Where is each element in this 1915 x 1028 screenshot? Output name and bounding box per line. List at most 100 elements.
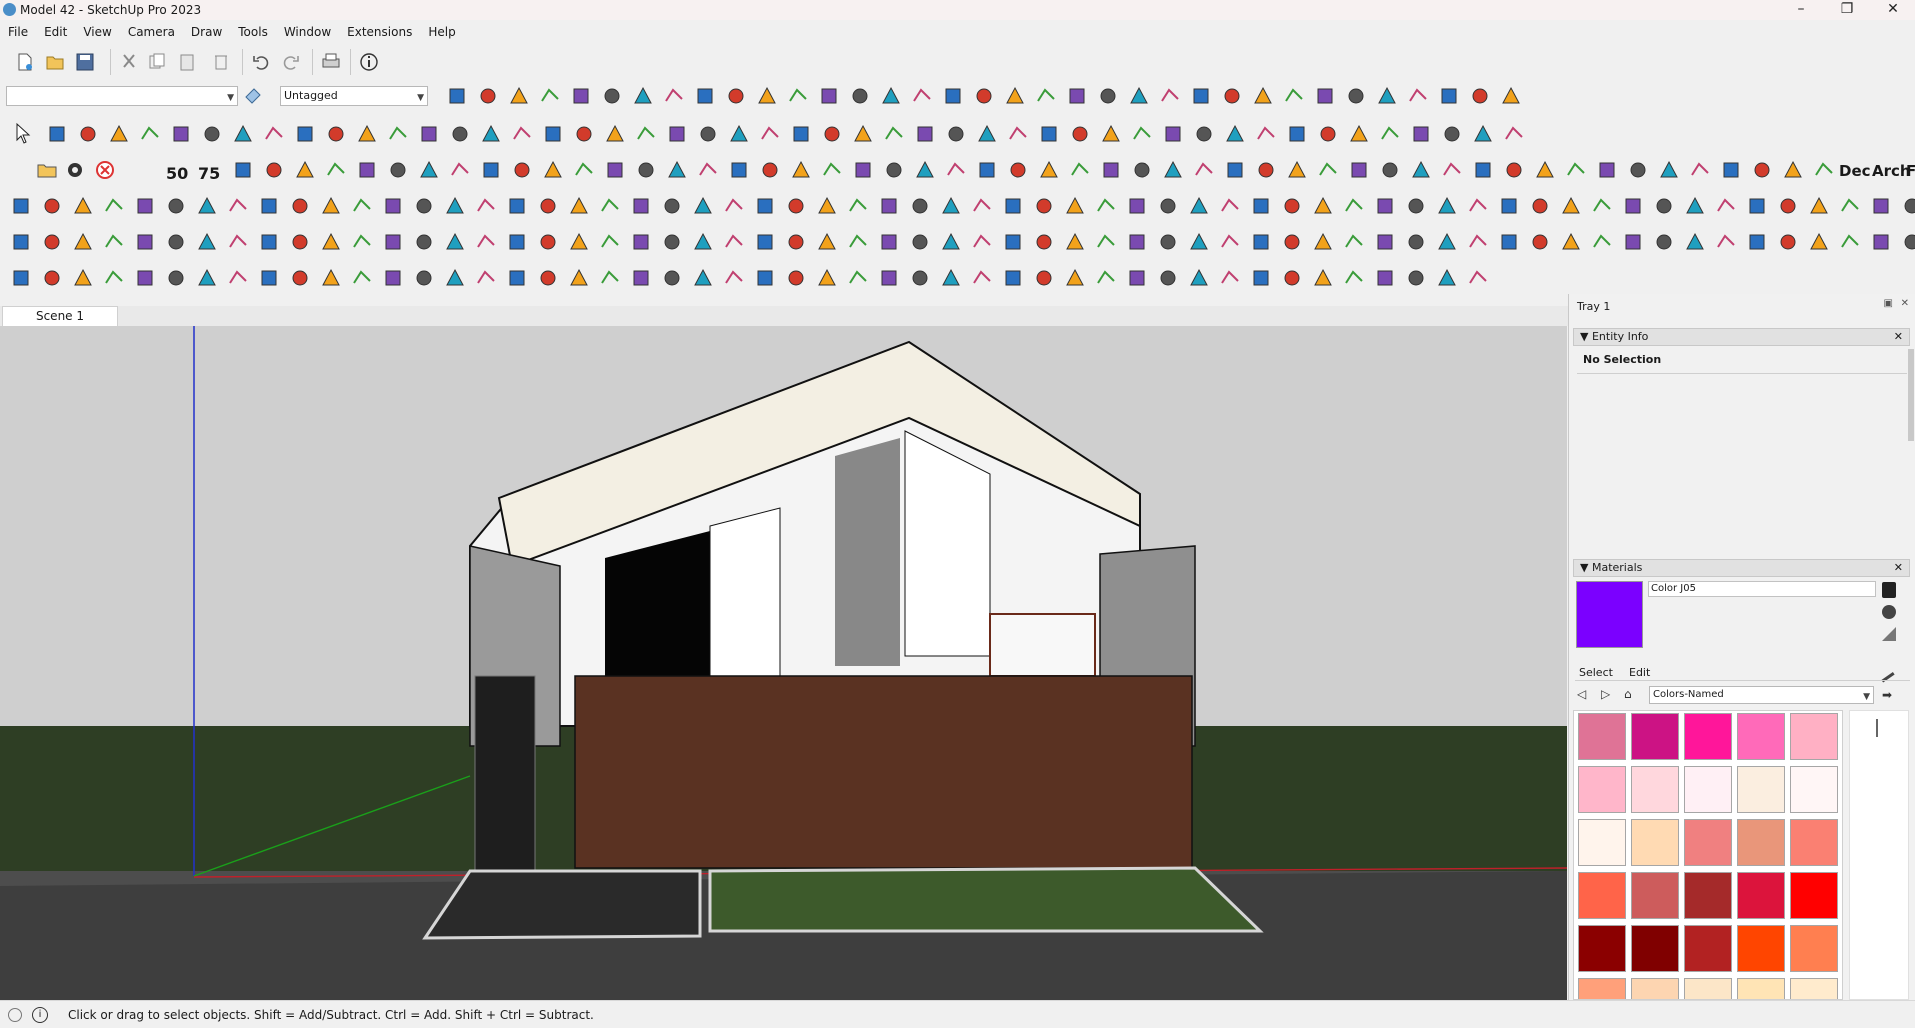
toolbar-tool-icon[interactable] — [511, 123, 533, 145]
toolbar-tool-icon[interactable] — [725, 85, 747, 107]
menu-tools[interactable]: Tools — [230, 22, 276, 42]
toolbar-tool-icon[interactable] — [599, 195, 621, 217]
toolbar-tool-icon[interactable] — [661, 231, 683, 253]
toolbar-tool-icon[interactable] — [294, 159, 316, 181]
toolbar-tool-icon[interactable] — [1069, 123, 1091, 145]
toolbar-tool-icon[interactable] — [227, 195, 249, 217]
toolbar-tool-icon[interactable] — [1069, 159, 1091, 181]
toolbar-tool-icon[interactable] — [1808, 231, 1830, 253]
tag-tool-icon[interactable] — [242, 85, 264, 107]
toolbar-tool-icon[interactable] — [601, 85, 623, 107]
toolbar-tool-icon[interactable] — [630, 231, 652, 253]
toolbar-tool-icon[interactable] — [723, 267, 745, 289]
materials-close-icon[interactable]: ✕ — [1894, 560, 1903, 576]
toolbar-tool-icon[interactable] — [1374, 231, 1396, 253]
toolbar-tool-icon[interactable] — [1162, 123, 1184, 145]
toolbar-tool-icon[interactable] — [1405, 267, 1427, 289]
toolbar-tool-icon[interactable] — [847, 231, 869, 253]
toolbar-tool-icon[interactable] — [1684, 231, 1706, 253]
toolbar-tool-icon[interactable] — [10, 267, 32, 289]
toolbar-tool-icon[interactable] — [1870, 195, 1892, 217]
toolbar-tool-icon[interactable] — [263, 123, 285, 145]
toolbar-tool-icon[interactable] — [1193, 123, 1215, 145]
toolbar-tool-icon[interactable] — [201, 123, 223, 145]
toolbar-tool-icon[interactable] — [480, 123, 502, 145]
toolbar-tool-icon[interactable] — [1219, 195, 1241, 217]
toolbar-tool-icon[interactable] — [754, 231, 776, 253]
toolbar-tool-icon[interactable] — [263, 159, 285, 181]
toolbar-tool-icon[interactable] — [790, 159, 812, 181]
toolbar-tool-icon[interactable] — [1560, 195, 1582, 217]
toolbar-tool-icon[interactable] — [914, 159, 936, 181]
material-swatch[interactable] — [1631, 872, 1679, 919]
toolbar-tool-icon[interactable] — [852, 159, 874, 181]
toolbar-tool-icon[interactable] — [480, 159, 502, 181]
toolbar-tool-icon[interactable] — [728, 123, 750, 145]
toolbar-tool-icon[interactable] — [475, 267, 497, 289]
toolbar-tool-icon[interactable] — [41, 231, 63, 253]
material-swatch[interactable] — [1684, 978, 1732, 999]
toolbar-tool-icon[interactable] — [1188, 195, 1210, 217]
toolbar-tool-icon[interactable] — [1534, 159, 1556, 181]
toolbar-tool-icon[interactable] — [816, 267, 838, 289]
toolbar-tool-icon[interactable] — [1901, 195, 1915, 217]
toolbar-tool-icon[interactable] — [723, 195, 745, 217]
toolbar-tool-icon[interactable] — [723, 231, 745, 253]
print-icon[interactable] — [320, 51, 342, 73]
toolbar-tool-icon[interactable] — [630, 195, 652, 217]
toolbar-tool-icon[interactable] — [511, 159, 533, 181]
toolbar-tool-icon[interactable] — [1622, 195, 1644, 217]
toolbar-tool-icon[interactable] — [46, 123, 68, 145]
toolbar-tool-icon[interactable] — [940, 195, 962, 217]
toolbar-tool-icon[interactable] — [1221, 85, 1243, 107]
toolbar-tool-icon[interactable] — [1808, 195, 1830, 217]
toolbar-tool-icon[interactable] — [971, 195, 993, 217]
toolbar-tool-icon[interactable] — [537, 267, 559, 289]
tab-select[interactable]: Select — [1579, 666, 1613, 679]
toolbar-tool-icon[interactable] — [1193, 159, 1215, 181]
copy-icon[interactable] — [146, 51, 168, 73]
toolbar-tool-icon[interactable] — [818, 85, 840, 107]
toolbar-tool-icon[interactable] — [759, 159, 781, 181]
toolbar-tool-icon[interactable] — [756, 85, 778, 107]
material-swatch[interactable] — [1631, 978, 1679, 999]
toolbar-tool-icon[interactable] — [72, 231, 94, 253]
toolbar-tool-icon[interactable] — [878, 195, 900, 217]
toolbar-tool-icon[interactable] — [1560, 231, 1582, 253]
material-name-field[interactable]: Color J05 — [1648, 581, 1876, 597]
toolbar-tool-icon[interactable] — [1157, 231, 1179, 253]
toolbar-tool-icon[interactable] — [1498, 195, 1520, 217]
toolbar-tool-icon[interactable] — [165, 231, 187, 253]
tab-edit[interactable]: Edit — [1629, 666, 1650, 679]
toolbar-tool-icon[interactable] — [477, 85, 499, 107]
toolbar-tool-icon[interactable] — [41, 267, 63, 289]
toolbar-tool-icon[interactable] — [785, 231, 807, 253]
open-file-icon[interactable] — [44, 51, 66, 73]
toolbar-tool-icon[interactable] — [1405, 195, 1427, 217]
toolbar-tool-icon[interactable] — [108, 123, 130, 145]
toolbar-tool-icon[interactable] — [1286, 123, 1308, 145]
toolbar-tool-icon[interactable] — [387, 159, 409, 181]
toolbar-tool-icon[interactable] — [1007, 123, 1029, 145]
material-swatch[interactable] — [1684, 925, 1732, 972]
toolbar-tool-icon[interactable] — [1684, 195, 1706, 217]
toolbar-tool-icon[interactable] — [444, 195, 466, 217]
zoom-50-label[interactable]: 50 — [166, 164, 188, 183]
toolbar-tool-icon[interactable] — [1188, 231, 1210, 253]
toolbar-tool-icon[interactable] — [635, 159, 657, 181]
toolbar-tool-icon[interactable] — [1596, 159, 1618, 181]
toolbar-tool-icon[interactable] — [1782, 159, 1804, 181]
toolbar-tool-icon[interactable] — [1500, 85, 1522, 107]
toolbar-tool-icon[interactable] — [165, 267, 187, 289]
toolbar-tool-icon[interactable] — [728, 159, 750, 181]
material-swatch[interactable] — [1684, 819, 1732, 866]
toolbar-tool-icon[interactable] — [227, 231, 249, 253]
toolbar-tool-icon[interactable] — [1374, 195, 1396, 217]
toolbar-tool-icon[interactable] — [1314, 85, 1336, 107]
create-material-icon[interactable] — [1882, 582, 1896, 598]
toolbar-tool-icon[interactable] — [325, 159, 347, 181]
gear-icon[interactable] — [64, 159, 86, 181]
toolbar-tool-icon[interactable] — [289, 267, 311, 289]
toolbar-tool-icon[interactable] — [1374, 267, 1396, 289]
model-info-icon[interactable] — [358, 51, 380, 73]
